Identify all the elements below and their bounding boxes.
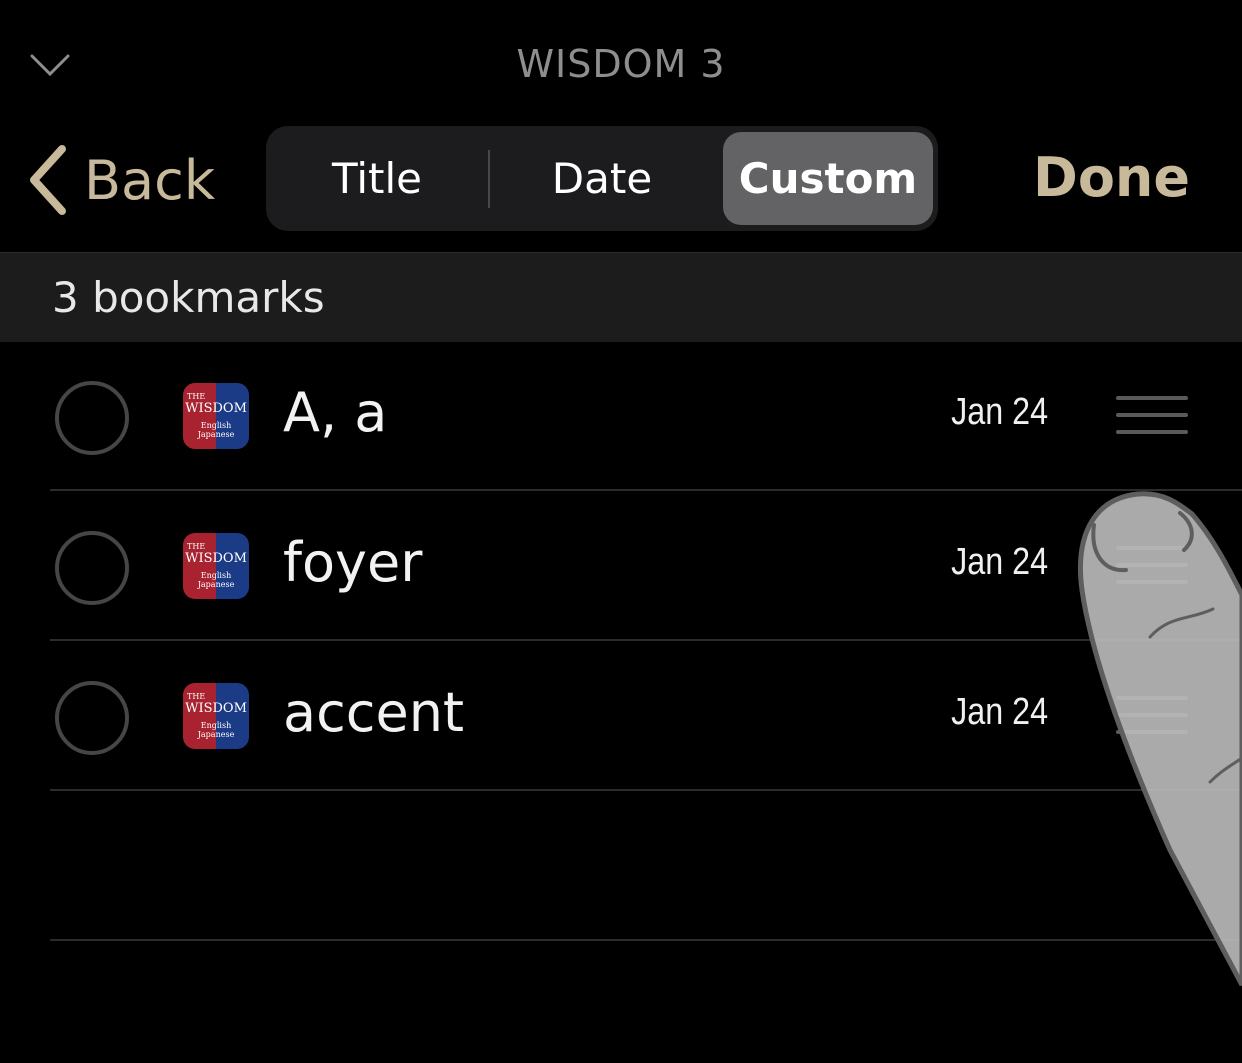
select-circle[interactable] bbox=[55, 681, 129, 755]
done-button[interactable]: Done bbox=[1033, 146, 1190, 209]
bookmark-row[interactable]: THE WISDOM English Japanese foyer Jan 24 bbox=[0, 491, 1242, 641]
reorder-handle-icon[interactable] bbox=[1116, 696, 1188, 736]
tab-title[interactable]: Title bbox=[272, 132, 482, 225]
chevron-left-icon bbox=[30, 145, 66, 215]
wisdom-app-icon: THE WISDOM English Japanese bbox=[183, 683, 249, 749]
bookmark-row[interactable]: THE WISDOM English Japanese A, a Jan 24 bbox=[0, 341, 1242, 491]
page-title: WISDOM 3 bbox=[516, 42, 726, 86]
bookmark-word: accent bbox=[283, 681, 465, 744]
reorder-handle-icon[interactable] bbox=[1116, 546, 1188, 586]
bookmark-date: Jan 24 bbox=[951, 691, 1048, 733]
bookmark-date: Jan 24 bbox=[951, 541, 1048, 583]
reorder-handle-icon[interactable] bbox=[1116, 396, 1188, 436]
tab-custom[interactable]: Custom bbox=[723, 132, 933, 225]
tab-date[interactable]: Date bbox=[497, 132, 707, 225]
sort-segmented-control: Title Date Custom bbox=[266, 126, 938, 231]
back-button[interactable]: Back bbox=[28, 140, 215, 220]
list-header: 3 bookmarks bbox=[0, 252, 1242, 342]
segment-divider bbox=[488, 150, 490, 208]
row-separator bbox=[50, 939, 1242, 941]
bookmark-word: A, a bbox=[283, 381, 388, 444]
bookmark-row[interactable]: THE WISDOM English Japanese accent Jan 24 bbox=[0, 641, 1242, 791]
wisdom-app-icon: THE WISDOM English Japanese bbox=[183, 533, 249, 599]
wisdom-app-icon: THE WISDOM English Japanese bbox=[183, 383, 249, 449]
back-label: Back bbox=[84, 148, 216, 212]
bookmark-date: Jan 24 bbox=[951, 391, 1048, 433]
select-circle[interactable] bbox=[55, 531, 129, 605]
bookmark-word: foyer bbox=[283, 531, 423, 594]
empty-row bbox=[0, 791, 1242, 941]
select-circle[interactable] bbox=[55, 381, 129, 455]
bookmark-count: 3 bookmarks bbox=[52, 273, 325, 322]
